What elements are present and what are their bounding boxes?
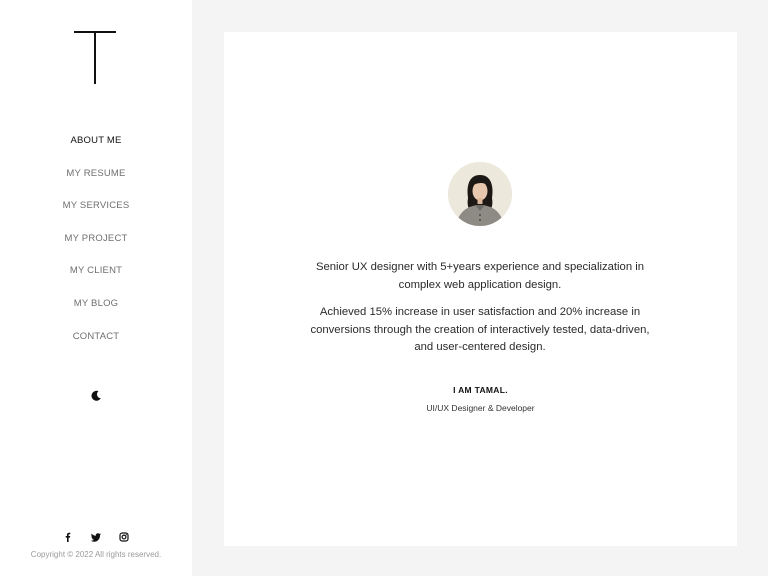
bio-paragraph: Senior UX designer with 5+years experien… bbox=[315, 261, 645, 291]
nav-item-contact[interactable]: CONTACT bbox=[0, 327, 192, 360]
bio-paragraph: Achieved 15% increase in user satisfacti… bbox=[310, 306, 650, 353]
main-nav: ABOUT ME MY RESUME MY SERVICES MY PROJEC… bbox=[0, 131, 192, 359]
logo-bar-vertical bbox=[94, 31, 96, 84]
copyright-text: Copyright © 2022 All rights reserved. bbox=[30, 550, 162, 559]
social-links bbox=[0, 528, 192, 546]
nav-item-my-services[interactable]: MY SERVICES bbox=[0, 196, 192, 229]
instagram-icon[interactable] bbox=[117, 530, 131, 544]
about-card: Senior UX designer with 5+years experien… bbox=[224, 32, 737, 546]
nav-item-my-project[interactable]: MY PROJECT bbox=[0, 229, 192, 262]
logo[interactable] bbox=[74, 30, 118, 86]
nav-item-my-blog[interactable]: MY BLOG bbox=[0, 294, 192, 327]
twitter-icon[interactable] bbox=[89, 530, 103, 544]
profile-role: UI/UX Designer & Developer bbox=[426, 403, 535, 413]
moon-icon[interactable] bbox=[88, 388, 104, 404]
nav-item-about-me[interactable]: ABOUT ME bbox=[0, 131, 192, 164]
sidebar: ABOUT ME MY RESUME MY SERVICES MY PROJEC… bbox=[0, 0, 192, 576]
avatar bbox=[448, 162, 512, 226]
profile-name: I AM TAMAL. bbox=[453, 385, 508, 395]
nav-item-my-resume[interactable]: MY RESUME bbox=[0, 164, 192, 197]
facebook-icon[interactable] bbox=[61, 530, 75, 544]
nav-item-my-client[interactable]: MY CLIENT bbox=[0, 261, 192, 294]
